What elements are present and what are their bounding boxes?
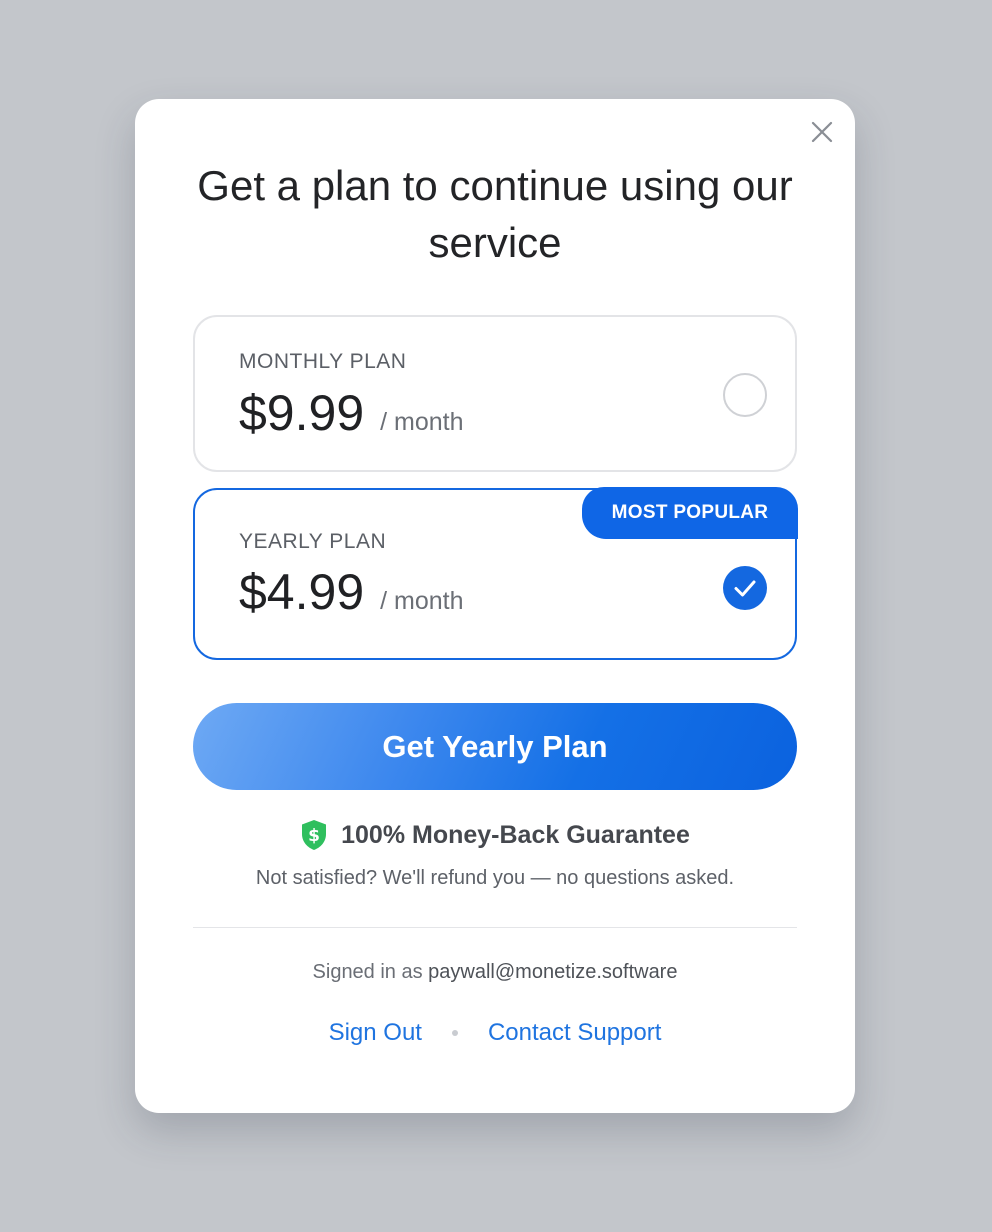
plan-radio-selected[interactable] — [723, 566, 767, 610]
plan-card-monthly[interactable]: MONTHLY PLAN $9.99 / month — [193, 315, 797, 472]
plan-price: $4.99 — [239, 564, 365, 620]
modal-title: Get a plan to continue using our service — [197, 162, 793, 266]
plan-name: MONTHLY PLAN — [239, 350, 407, 373]
account-email: paywall@monetize.software — [428, 961, 678, 983]
signed-in-text: Signed in as paywall@monetize.software — [135, 961, 855, 984]
price-row: $4.99 / month — [239, 562, 464, 622]
guarantee-description: Not satisfied? We'll refund you — no que… — [255, 867, 735, 889]
close-icon — [811, 121, 833, 143]
shield-dollar-icon: $ — [300, 819, 328, 851]
signed-in-prefix: Signed in as — [312, 961, 423, 983]
plan-radio-unselected[interactable] — [723, 373, 767, 417]
plan-period: / month — [380, 408, 464, 436]
divider — [193, 927, 797, 928]
paywall-modal: Get a plan to continue using our service… — [135, 99, 855, 1113]
plan-period: / month — [380, 587, 464, 615]
footer-links: Sign Out Contact Support — [135, 1019, 855, 1047]
get-yearly-plan-button[interactable]: Get Yearly Plan — [193, 703, 797, 790]
close-button[interactable] — [809, 119, 835, 145]
price-row: $9.99 / month — [239, 383, 464, 443]
contact-support-link[interactable]: Contact Support — [488, 1019, 661, 1047]
plan-card-yearly[interactable]: MOST POPULAR YEARLY PLAN $4.99 / month — [193, 487, 798, 660]
checkmark-icon — [734, 580, 756, 597]
most-popular-badge: MOST POPULAR — [582, 487, 798, 539]
plan-price: $9.99 — [239, 385, 365, 441]
svg-text:$: $ — [308, 826, 320, 846]
sign-out-link[interactable]: Sign Out — [329, 1019, 422, 1047]
link-separator — [451, 1030, 458, 1036]
plan-name: YEARLY PLAN — [239, 530, 387, 553]
guarantee-row: $ 100% Money-Back Guarantee — [135, 819, 855, 851]
guarantee-title: 100% Money-Back Guarantee — [341, 820, 690, 849]
